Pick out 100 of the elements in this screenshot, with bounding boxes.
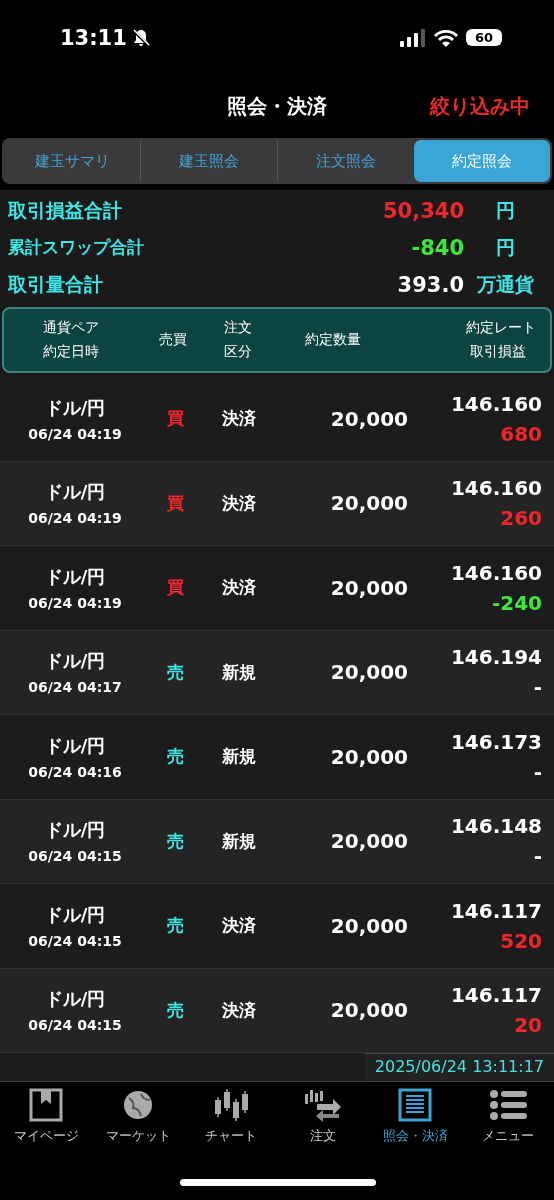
trade-rate: 146.117 [450, 983, 542, 1008]
trade-quantity: 20,000 [329, 406, 408, 431]
order-type: 決済 [221, 491, 257, 515]
summary-label: 取引量合計 [8, 271, 103, 297]
order-type: 決済 [221, 576, 257, 600]
order-type: 決済 [221, 914, 257, 938]
order-type: 新規 [221, 829, 257, 853]
trade-side: 売 [165, 745, 185, 769]
trade-row[interactable]: ドル/円 06/24 04:16 売 新規 20,000 146.173 - [0, 715, 554, 800]
nav-tab[interactable]: 照会・決済 [369, 1088, 462, 1145]
currency-pair: ドル/円 [44, 987, 106, 1012]
filter-status[interactable]: 絞り込み中 [430, 93, 530, 120]
battery-level: 60 [466, 29, 502, 46]
order-type: 決済 [221, 407, 257, 431]
trade-row[interactable]: ドル/円 06/24 04:17 売 新規 20,000 146.194 - [0, 630, 554, 715]
exchange-arrows-icon [303, 1088, 344, 1122]
trade-rate: 146.160 [450, 476, 542, 501]
trade-quantity: 20,000 [329, 744, 408, 769]
signal-icon [400, 28, 426, 47]
trade-quantity: 20,000 [329, 660, 408, 685]
trade-pnl: - [533, 844, 542, 869]
trade-datetime: 06/24 04:19 [28, 510, 122, 527]
summary-value: 50,340 [382, 198, 464, 223]
trade-datetime: 06/24 04:17 [28, 679, 122, 696]
trade-row[interactable]: ドル/円 06/24 04:15 売 決済 20,000 146.117 20 [0, 968, 554, 1053]
trade-side: 買 [165, 576, 185, 600]
nav-tab[interactable]: チャート [184, 1088, 277, 1145]
bookmark-icon [29, 1088, 64, 1122]
column-label: 区分 [224, 343, 252, 361]
summary-value: 393.0 [397, 272, 464, 297]
trade-quantity: 20,000 [329, 491, 408, 516]
trade-datetime: 06/24 04:15 [28, 1017, 122, 1034]
trade-side: 売 [165, 829, 185, 853]
summary-unit: 円 [494, 234, 516, 260]
currency-pair: ドル/円 [44, 564, 106, 589]
order-type: 決済 [221, 998, 257, 1022]
trade-datetime: 06/24 04:19 [28, 425, 122, 442]
trade-row[interactable]: ドル/円 06/24 04:19 買 決済 20,000 146.160 680 [0, 377, 554, 462]
trade-row[interactable]: ドル/円 06/24 04:19 買 決済 20,000 146.160 -240 [0, 546, 554, 631]
trade-pnl: -240 [491, 590, 542, 615]
trade-datetime: 06/24 04:16 [28, 763, 122, 780]
trade-quantity: 20,000 [329, 829, 408, 854]
trade-datetime: 06/24 04:15 [28, 932, 122, 949]
column-label: 通貨ペア [43, 319, 99, 337]
trade-side: 買 [165, 407, 185, 431]
column-label: 売買 [158, 331, 188, 349]
trade-side: 売 [165, 660, 185, 684]
nav-tab[interactable]: メニュー [461, 1088, 554, 1145]
column-label: 注文 [224, 319, 252, 337]
column-label: 約定日時 [43, 343, 99, 361]
trade-rate: 146.173 [450, 729, 542, 754]
summary-unit: 万通貨 [475, 271, 535, 297]
tab[interactable]: 建玉照会 [141, 140, 278, 182]
summary-label: 取引損益合計 [8, 197, 122, 223]
trade-rate: 146.160 [450, 391, 542, 416]
trade-quantity: 20,000 [329, 913, 408, 938]
trade-pnl: 260 [500, 506, 542, 531]
trade-pnl: - [533, 675, 542, 700]
trade-row[interactable]: ドル/円 06/24 04:19 買 決済 20,000 146.160 260 [0, 461, 554, 546]
currency-pair: ドル/円 [44, 395, 106, 420]
column-label: 約定レート [466, 319, 536, 337]
trade-pnl: 20 [514, 1013, 542, 1038]
trade-rate: 146.160 [450, 560, 542, 585]
currency-pair: ドル/円 [44, 733, 106, 758]
trade-rate: 146.117 [450, 898, 542, 923]
column-label: 約定数量 [304, 331, 362, 349]
menu-icon [487, 1088, 528, 1122]
trade-pnl: 680 [500, 421, 542, 446]
order-type: 新規 [221, 745, 257, 769]
summary-value: -840 [411, 235, 464, 260]
summary-label: 累計スワップ合計 [8, 236, 144, 259]
trade-side: 売 [165, 914, 185, 938]
trade-quantity: 20,000 [329, 998, 408, 1023]
nav-tab[interactable]: マイページ [0, 1088, 93, 1145]
currency-pair: ドル/円 [44, 649, 106, 674]
summary-unit: 円 [494, 197, 516, 223]
currency-pair: ドル/円 [44, 818, 106, 843]
trade-datetime: 06/24 04:15 [28, 848, 122, 865]
update-timestamp: 2025/06/24 13:11:17 [364, 1053, 554, 1081]
screen-title: 照会・決済 [227, 93, 327, 120]
trade-pnl: - [533, 759, 542, 784]
trade-rate: 146.148 [450, 814, 542, 839]
nav-tab[interactable]: マーケット [92, 1088, 185, 1145]
order-type: 新規 [221, 660, 257, 684]
currency-pair: ドル/円 [44, 902, 106, 927]
trade-quantity: 20,000 [329, 575, 408, 600]
trade-row[interactable]: ドル/円 06/24 04:15 売 決済 20,000 146.117 520 [0, 884, 554, 969]
column-label: 取引損益 [470, 343, 526, 361]
trade-pnl: 520 [500, 928, 542, 953]
trade-side: 買 [165, 491, 185, 515]
bell-muted-icon [130, 27, 151, 48]
trade-rate: 146.194 [450, 645, 542, 670]
trade-row[interactable]: ドル/円 06/24 04:15 売 新規 20,000 146.148 - [0, 799, 554, 884]
tab[interactable]: 注文照会 [278, 140, 414, 182]
trade-datetime: 06/24 04:19 [28, 594, 122, 611]
clock-time: 13:11 [60, 25, 127, 50]
trade-side: 売 [165, 998, 185, 1022]
wifi-icon [434, 28, 458, 47]
tab[interactable]: 建玉サマリ [4, 140, 141, 182]
nav-tab[interactable]: 注文 [277, 1088, 370, 1145]
